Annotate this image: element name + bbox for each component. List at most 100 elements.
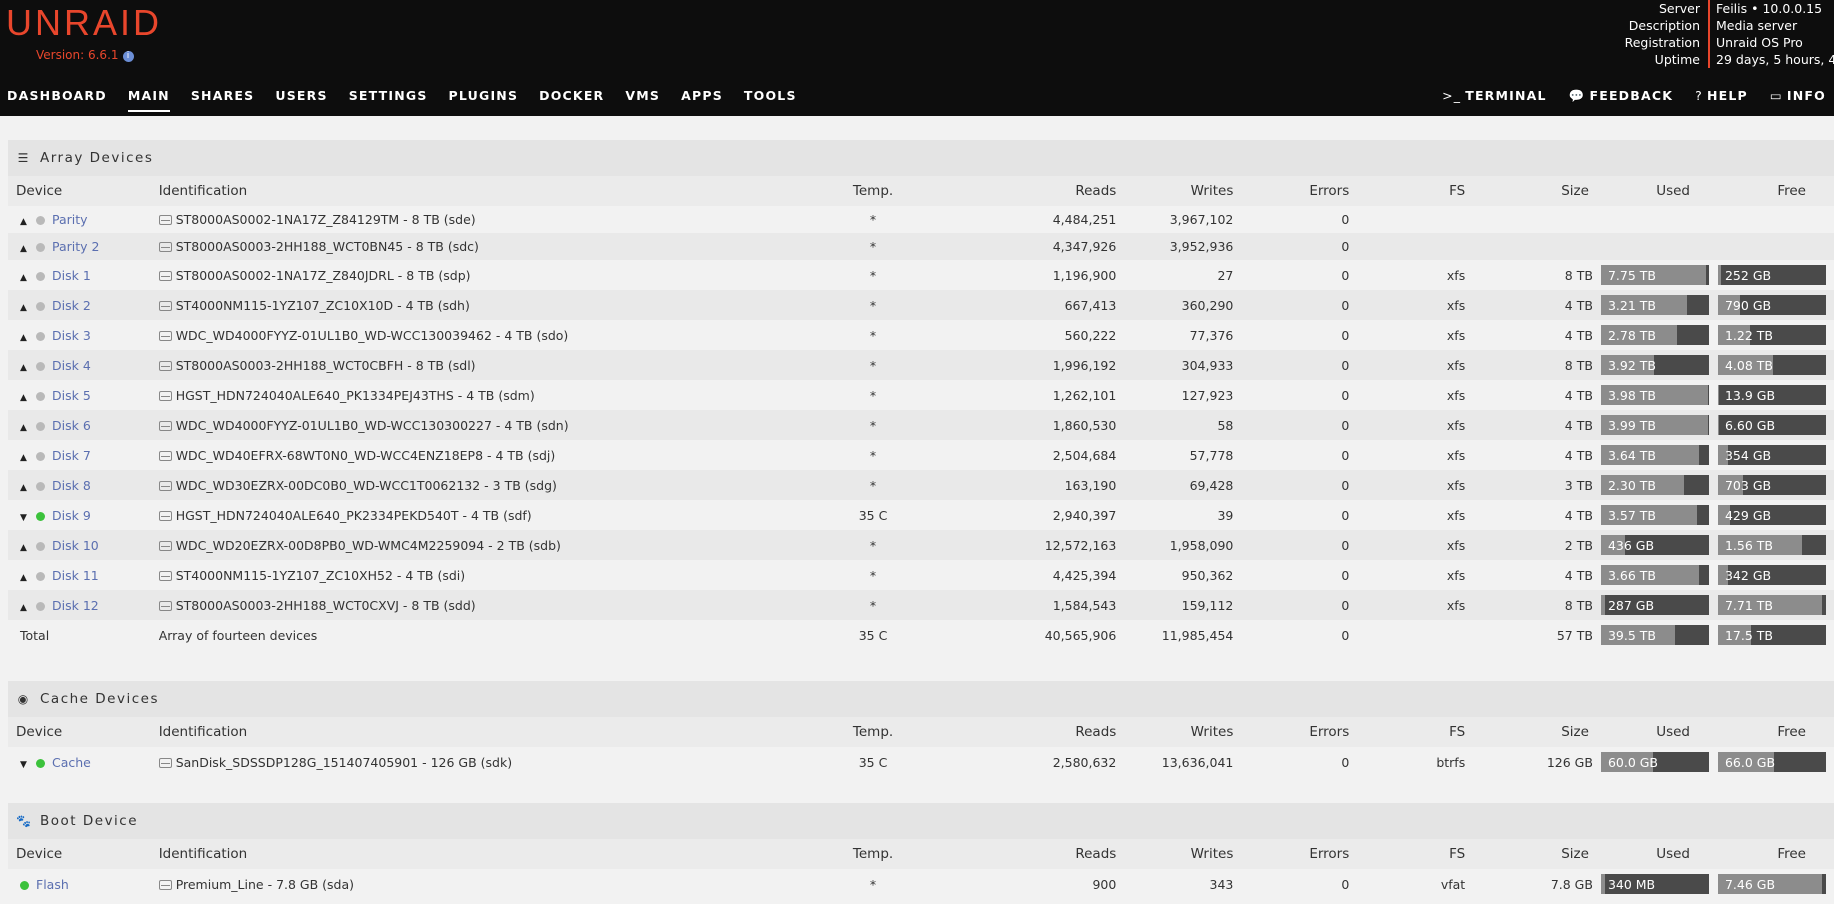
used-meter-text: 39.5 TB [1607, 628, 1656, 643]
errors-cell: 0 [1245, 500, 1362, 530]
reads-cell: 12,572,163 [932, 530, 1129, 560]
nav-users[interactable]: USERS [275, 88, 327, 112]
version-info-icon[interactable]: i [122, 51, 134, 62]
collapse-arrow-icon[interactable]: ▲ [20, 273, 30, 283]
collapse-arrow-icon[interactable]: ▲ [20, 393, 30, 403]
collapse-arrow-icon[interactable]: ▲ [20, 423, 30, 433]
device-link[interactable]: Disk 12 [52, 598, 99, 613]
collapse-arrow-icon[interactable]: ▲ [20, 303, 30, 313]
free-cell: 7.46 GB [1717, 869, 1834, 899]
expand-arrow-icon[interactable]: ▼ [20, 760, 30, 770]
device-link[interactable]: Disk 9 [52, 508, 91, 523]
identification-link[interactable]: ST8000AS0002-1NA17Z_Z840JDRL - 8 TB (sdp… [176, 268, 471, 283]
collapse-arrow-icon[interactable]: ▲ [20, 603, 30, 613]
free-meter: 4.08 TB [1717, 355, 1826, 375]
column-header-errors: Errors [1245, 176, 1362, 206]
info-icon: ▭ [1769, 88, 1783, 103]
nav-plugins[interactable]: PLUGINS [449, 88, 519, 112]
writes-cell: 127,923 [1128, 380, 1246, 410]
nav-tools[interactable]: TOOLS [744, 88, 797, 112]
used-meter-fill [1600, 595, 1606, 615]
identification-link[interactable]: ST4000NM115-1YZ107_ZC10X10D - 4 TB (sdh) [176, 298, 470, 313]
device-link[interactable]: Disk 11 [52, 568, 99, 583]
unraid-logo[interactable]: UNRAID [6, 2, 162, 44]
nav-feedback[interactable]: 💬 FEEDBACK [1569, 88, 1673, 104]
reads-cell: 2,940,397 [932, 500, 1129, 530]
free-meter-text: 7.71 TB [1724, 598, 1774, 613]
device-link[interactable]: Flash [36, 877, 69, 892]
nav-help[interactable]: ? HELP [1695, 88, 1748, 104]
device-link[interactable]: Disk 10 [52, 538, 99, 553]
free-meter-fill [1717, 385, 1720, 405]
collapse-arrow-icon[interactable]: ▲ [20, 483, 30, 493]
nav-apps[interactable]: APPS [681, 88, 723, 112]
identification-link[interactable]: WDC_WD20EZRX-00D8PB0_WD-WMC4M2259094 - 2… [176, 538, 561, 553]
device-link[interactable]: Disk 3 [52, 328, 91, 343]
nav-terminal[interactable]: >_ TERMINAL [1442, 88, 1547, 104]
nav-settings[interactable]: SETTINGS [349, 88, 428, 112]
free-meter-text: 66.0 GB [1724, 755, 1776, 770]
hard-drive-icon [158, 510, 172, 521]
free-meter: 429 GB [1717, 505, 1826, 525]
collapse-arrow-icon[interactable]: ▲ [20, 333, 30, 343]
device-cell: ▲ Disk 2 [8, 290, 151, 320]
collapse-arrow-icon[interactable]: ▲ [20, 543, 30, 553]
identification-link[interactable]: WDC_WD40EFRX-68WT0N0_WD-WCC4ENZ18EP8 - 4… [176, 448, 556, 463]
device-link[interactable]: Disk 1 [52, 268, 91, 283]
identification-link[interactable]: SanDisk_SDSSDP128G_151407405901 - 126 GB… [176, 755, 512, 770]
free-meter: 1.22 TB [1717, 325, 1826, 345]
nav-vms[interactable]: VMS [625, 88, 660, 112]
identification-link[interactable]: ST8000AS0003-2HH188_WCT0BN45 - 8 TB (sdc… [176, 239, 479, 254]
identification-link[interactable]: HGST_HDN724040ALE640_PK2334PEKD540T - 4 … [176, 508, 532, 523]
writes-cell: 11,985,454 [1128, 620, 1246, 650]
identification-link[interactable]: ST8000AS0003-2HH188_WCT0CXVJ - 8 TB (sdd… [176, 598, 476, 613]
nav-shares[interactable]: SHARES [191, 88, 255, 112]
device-link[interactable]: Disk 2 [52, 298, 91, 313]
device-link[interactable]: Disk 6 [52, 418, 91, 433]
identification-link[interactable]: ST8000AS0003-2HH188_WCT0CBFH - 8 TB (sdl… [176, 358, 476, 373]
collapse-arrow-icon[interactable]: ▲ [20, 453, 30, 463]
identification-link[interactable]: ST8000AS0002-1NA17Z_Z84129TM - 8 TB (sde… [176, 212, 476, 227]
device-link[interactable]: Parity 2 [52, 239, 99, 254]
device-link[interactable]: Disk 4 [52, 358, 91, 373]
identification-link[interactable]: WDC_WD30EZRX-00DC0B0_WD-WCC1T0062132 - 3… [176, 478, 557, 493]
free-meter: 342 GB [1717, 565, 1826, 585]
collapse-arrow-icon[interactable]: ▲ [20, 217, 30, 227]
table-row: ▲ Disk 10 WDC_WD20EZRX-00D8PB0_WD-WMC4M225… [8, 530, 1834, 560]
identification-link[interactable]: WDC_WD4000FYYZ-01UL1B0_WD-WCC130300227 -… [176, 418, 569, 433]
nav-dashboard[interactable]: DASHBOARD [7, 88, 107, 112]
identification-link[interactable]: WDC_WD4000FYYZ-01UL1B0_WD-WCC130039462 -… [176, 328, 569, 343]
identification-cell: ST8000AS0002-1NA17Z_Z84129TM - 8 TB (sde… [150, 206, 814, 233]
nav-docker[interactable]: DOCKER [539, 88, 604, 112]
collapse-arrow-icon[interactable]: ▲ [20, 363, 30, 373]
table-row: ▲ Disk 6 WDC_WD4000FYYZ-01UL1B0_WD-WCC1303… [8, 410, 1834, 440]
nav-main[interactable]: MAIN [127, 88, 170, 112]
table-row: ▲ Parity 2 ST8000AS0003-2HH188_WCT0BN45 - … [8, 233, 1834, 260]
device-link[interactable]: Disk 5 [52, 388, 91, 403]
free-cell: 1.22 TB [1717, 320, 1834, 350]
reads-cell: 1,996,192 [932, 350, 1129, 380]
used-cell: 3.64 TB [1600, 440, 1718, 470]
hard-drive-icon [158, 330, 172, 341]
errors-cell: 0 [1245, 620, 1362, 650]
nav-label: FEEDBACK [1589, 88, 1674, 103]
identification-cell: WDC_WD20EZRX-00D8PB0_WD-WMC4M2259094 - 2… [150, 530, 814, 560]
device-link[interactable]: Disk 8 [52, 478, 91, 493]
errors-cell: 0 [1245, 233, 1362, 260]
device-link[interactable]: Cache [52, 755, 91, 770]
device-link[interactable]: Parity [52, 212, 88, 227]
expand-arrow-icon[interactable]: ▼ [20, 513, 30, 523]
collapse-arrow-icon[interactable]: ▲ [20, 573, 30, 583]
nav-info[interactable]: ▭ INFO [1770, 88, 1826, 104]
identification-link[interactable]: HGST_HDN724040ALE640_PK1334PEJ43THS - 4 … [176, 388, 535, 403]
device-link[interactable]: Disk 7 [52, 448, 91, 463]
hard-drive-icon [158, 390, 172, 401]
device-cell: ▼ Disk 9 [8, 500, 151, 530]
collapse-arrow-icon[interactable]: ▲ [20, 244, 30, 254]
writes-cell: 1,958,090 [1128, 530, 1246, 560]
identification-link[interactable]: Premium_Line - 7.8 GB (sda) [176, 877, 354, 892]
section-title: Boot Device [40, 813, 139, 829]
free-meter-text: 1.56 TB [1724, 538, 1774, 553]
identification-link[interactable]: ST4000NM115-1YZ107_ZC10XH52 - 4 TB (sdi) [176, 568, 465, 583]
used-meter: 2.78 TB [1600, 325, 1709, 345]
